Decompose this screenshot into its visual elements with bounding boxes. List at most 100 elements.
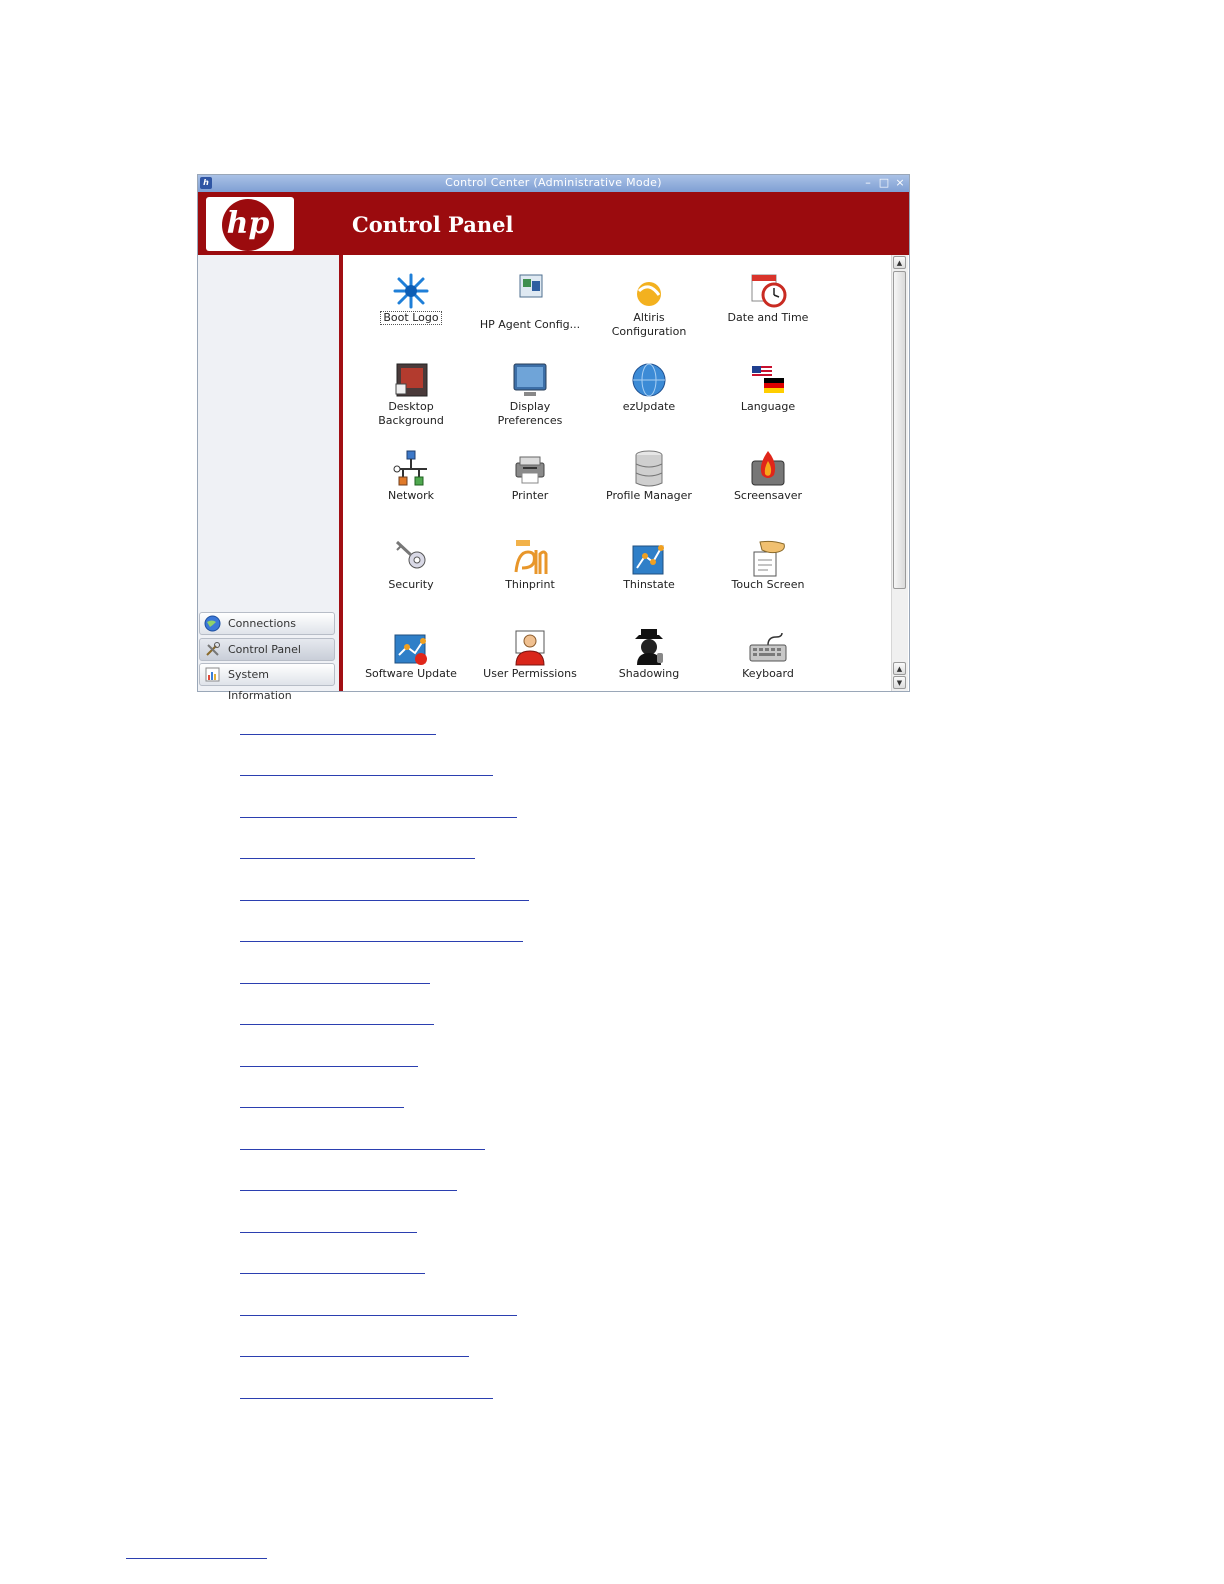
link-underline[interactable] — [240, 1356, 469, 1357]
link-underline[interactable] — [240, 1398, 493, 1399]
item-label: Boot Logo — [380, 311, 442, 325]
item-label: Printer — [511, 489, 549, 502]
sidebar: Connections Control Panel System Informa… — [198, 255, 339, 702]
link-underline[interactable] — [240, 817, 517, 818]
item-display-preferences[interactable]: Display Preferences — [471, 360, 589, 428]
screensaver-icon — [751, 451, 785, 486]
item-label: Desktop Background — [378, 400, 444, 427]
minimize-button[interactable]: – — [862, 176, 874, 190]
item-label: ezUpdate — [622, 400, 676, 413]
item-label: Security — [388, 578, 434, 591]
link-underline[interactable] — [240, 858, 475, 859]
database-icon — [635, 450, 663, 487]
item-date-and-time[interactable]: Date and Time — [709, 271, 827, 325]
link-underline[interactable] — [240, 1232, 417, 1233]
scroll-thumb[interactable] — [893, 271, 906, 589]
link-underline[interactable] — [240, 1024, 434, 1025]
link-underline[interactable] — [240, 734, 436, 735]
link-underline[interactable] — [240, 1190, 457, 1191]
sidebar-item-connections[interactable]: Connections — [199, 612, 335, 635]
link-underline[interactable] — [240, 900, 529, 901]
sidebar-item-label: System Information — [228, 668, 292, 702]
key-icon — [395, 540, 426, 569]
link-underline[interactable] — [240, 1066, 418, 1067]
close-button[interactable]: × — [894, 176, 906, 190]
vertical-scrollbar[interactable]: ▲ ▲ ▼ — [891, 255, 908, 691]
control-panel-grid: Boot Logo HP Agent Config... Altiris Con… — [343, 255, 891, 691]
item-label: Software Update — [365, 667, 457, 680]
item-thinprint[interactable]: Thinprint — [471, 538, 589, 592]
software-update-icon — [394, 634, 427, 665]
control-panel-header: hp Control Panel — [198, 192, 909, 255]
item-security[interactable]: Security — [352, 538, 470, 592]
link-underline[interactable] — [240, 941, 523, 942]
title-bar[interactable]: h Control Center (Administrative Mode) –… — [198, 175, 909, 192]
thinprint-icon — [514, 540, 548, 574]
scroll-down-button[interactable]: ▼ — [893, 676, 906, 689]
desktop-background-icon — [395, 363, 428, 397]
flags-icon — [752, 366, 784, 393]
link-underline[interactable] — [240, 1149, 485, 1150]
item-label: Keyboard — [742, 667, 794, 680]
sidebar-item-label: Connections — [228, 617, 296, 630]
item-network[interactable]: Network — [352, 449, 470, 503]
agent-config-icon — [519, 274, 543, 298]
item-boot-logo[interactable]: Boot Logo — [352, 271, 470, 325]
item-label: Screensaver — [733, 489, 803, 502]
item-profile-manager[interactable]: Profile Manager — [590, 449, 708, 503]
scroll-up-button-lower[interactable]: ▲ — [893, 662, 906, 675]
hp-logo: hp — [206, 197, 294, 251]
thinstate-icon — [632, 545, 664, 575]
printer-icon — [515, 456, 545, 484]
chart-icon — [205, 667, 220, 682]
item-label: Thinprint — [505, 578, 555, 591]
hp-logo-mark: hp — [222, 199, 274, 251]
network-icon — [393, 450, 427, 486]
globe-icon — [204, 615, 221, 632]
item-keyboard[interactable]: Keyboard — [709, 627, 827, 681]
item-desktop-background[interactable]: Desktop Background — [352, 360, 470, 428]
item-label: Profile Manager — [606, 489, 692, 502]
control-center-window: h Control Center (Administrative Mode) –… — [197, 174, 910, 702]
item-screensaver[interactable]: Screensaver — [709, 449, 827, 503]
link-underline[interactable] — [240, 1315, 517, 1316]
splash-icon — [393, 273, 429, 309]
shadowing-icon — [635, 629, 663, 665]
item-language[interactable]: Language — [709, 360, 827, 414]
item-label: Display Preferences — [497, 400, 563, 427]
item-label: HP Agent Config... — [479, 318, 581, 331]
item-printer[interactable]: Printer — [471, 449, 589, 503]
altiris-icon — [637, 282, 661, 306]
item-hp-agent-config[interactable]: HP Agent Config... — [471, 271, 589, 332]
user-permissions-icon — [515, 630, 545, 666]
link-underline[interactable] — [240, 1273, 425, 1274]
tools-icon — [206, 642, 220, 656]
item-label: User Permissions — [483, 667, 577, 680]
sidebar-item-label: Control Panel — [228, 643, 301, 656]
item-label: Language — [740, 400, 796, 413]
item-software-update[interactable]: Software Update — [352, 627, 470, 681]
item-ezupdate[interactable]: ezUpdate — [590, 360, 708, 414]
monitor-icon — [513, 363, 547, 396]
item-thinstate[interactable]: Thinstate — [590, 538, 708, 592]
item-label: Touch Screen — [731, 578, 805, 591]
item-touch-screen[interactable]: Touch Screen — [709, 538, 827, 592]
globe-update-icon — [632, 363, 666, 397]
scroll-up-button[interactable]: ▲ — [893, 256, 906, 269]
item-label: Altiris Configuration — [611, 311, 687, 338]
window-title: Control Center (Administrative Mode) — [445, 176, 662, 189]
item-user-permissions[interactable]: User Permissions — [471, 627, 589, 681]
link-underline[interactable] — [240, 775, 493, 776]
item-altiris-configuration[interactable]: Altiris Configuration — [590, 271, 708, 339]
footer-link-underline[interactable] — [126, 1558, 267, 1559]
item-label: Shadowing — [618, 667, 680, 680]
sidebar-item-system-information[interactable]: System Information — [199, 663, 335, 702]
item-shadowing[interactable]: Shadowing — [590, 627, 708, 681]
sidebar-item-control-panel[interactable]: Control Panel — [199, 638, 335, 661]
link-underline[interactable] — [240, 1107, 404, 1108]
link-underline[interactable] — [240, 983, 430, 984]
item-label: Date and Time — [727, 311, 809, 324]
keyboard-icon — [749, 632, 787, 662]
calendar-clock-icon — [751, 274, 787, 308]
maximize-button[interactable]: □ — [878, 176, 890, 190]
